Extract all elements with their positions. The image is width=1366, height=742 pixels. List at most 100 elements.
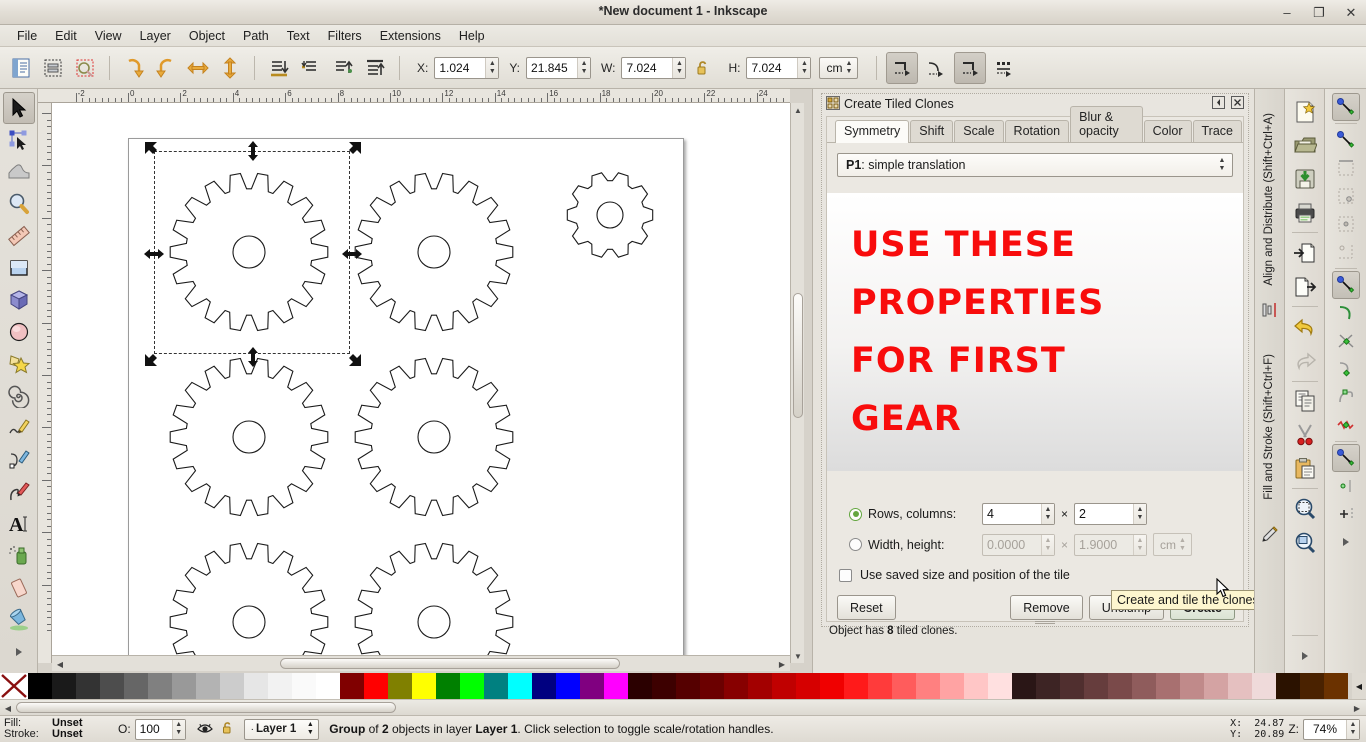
box-3d-tool[interactable]	[3, 284, 35, 316]
select-all-in-all-layers-icon[interactable]	[38, 53, 68, 83]
palette-scroll-left-arrow[interactable]: ◀	[3, 703, 13, 713]
star-tool[interactable]	[3, 348, 35, 380]
gear-shape[interactable]	[169, 542, 329, 664]
reset-button[interactable]: Reset	[837, 595, 896, 620]
rows-spinner-arrows[interactable]: ▲ ▼	[1041, 504, 1054, 524]
affect-transform-icon[interactable]	[886, 51, 919, 84]
dialog-close-button[interactable]	[1231, 96, 1244, 112]
tile-width-input[interactable]	[983, 534, 1041, 555]
palette-swatch[interactable]	[364, 673, 388, 699]
palette-swatch[interactable]	[292, 673, 316, 699]
palette-swatch[interactable]	[460, 673, 484, 699]
menu-object[interactable]: Object	[180, 27, 234, 45]
gear-shape[interactable]	[566, 172, 654, 258]
calligraphy-tool[interactable]	[3, 476, 35, 508]
drawing-canvas[interactable]	[52, 103, 790, 663]
lower-to-bottom-icon[interactable]	[264, 53, 294, 83]
snap-path-icon[interactable]	[1332, 299, 1360, 327]
scroll-left-arrow[interactable]: ◀	[55, 659, 65, 669]
layer-selector[interactable]: · Layer 1 ▲ ▼	[243, 718, 320, 740]
palette-swatch[interactable]	[532, 673, 556, 699]
snap-bbox-edge-icon[interactable]	[1332, 154, 1360, 182]
zoom-drawing-icon[interactable]	[1288, 526, 1322, 560]
palette-swatch[interactable]	[52, 673, 76, 699]
symmetry-select[interactable]: P1: simple translation ▲ ▼	[837, 153, 1233, 177]
eraser-tool[interactable]	[3, 572, 35, 604]
cut-icon[interactable]	[1288, 418, 1322, 452]
toolbox-more-icon[interactable]	[3, 636, 35, 668]
redo-icon[interactable]	[1288, 344, 1322, 378]
palette-swatch[interactable]	[844, 673, 868, 699]
palette-swatch[interactable]	[436, 673, 460, 699]
snap-cusp-node-icon[interactable]	[1332, 355, 1360, 383]
palette-swatch[interactable]	[916, 673, 940, 699]
flip-vertical-icon[interactable]	[215, 53, 245, 83]
deselect-icon[interactable]	[70, 53, 100, 83]
y-spinner-arrows[interactable]: ▲ ▼	[577, 57, 591, 78]
tab-symmetry[interactable]: Symmetry	[835, 120, 910, 143]
palette-swatch[interactable]	[1156, 673, 1180, 699]
zoom-input[interactable]	[1304, 719, 1346, 739]
columns-spinner[interactable]: ▲▼	[1074, 503, 1148, 525]
horizontal-ruler[interactable]: -2 0 2 4 6 8 10 12 14 16 18 20 22 24	[38, 89, 790, 103]
palette-swatch[interactable]	[652, 673, 676, 699]
save-document-icon[interactable]	[1288, 162, 1322, 196]
tile-width-spinner[interactable]: ▲▼	[982, 533, 1055, 556]
snap-bbox-icon[interactable]	[1332, 126, 1360, 154]
x-spinner-arrows[interactable]: ▲ ▼	[485, 57, 499, 78]
menu-edit[interactable]: Edit	[46, 27, 86, 45]
w-spinner[interactable]: ▲▼	[621, 56, 687, 79]
vertical-scroll-thumb[interactable]	[793, 293, 803, 418]
canvas-vertical-scrollbar[interactable]: ▲ ▼	[790, 103, 804, 663]
palette-swatch[interactable]	[580, 673, 604, 699]
rotate-counterclockwise-icon[interactable]	[119, 53, 149, 83]
affect-patterns-icon[interactable]	[988, 52, 1020, 84]
menu-layer[interactable]: Layer	[131, 27, 180, 45]
snap-nodes-icon[interactable]	[1331, 271, 1360, 299]
tile-unit-selector[interactable]: cm ▲ ▼	[1153, 533, 1193, 556]
select-all-in-document-icon[interactable]	[6, 53, 36, 83]
undo-icon[interactable]	[1288, 310, 1322, 344]
paste-icon[interactable]	[1288, 452, 1322, 486]
lower-one-step-icon[interactable]	[296, 53, 326, 83]
palette-swatch[interactable]	[1324, 673, 1348, 699]
raise-to-top-icon[interactable]	[360, 53, 390, 83]
eye-visibility-icon[interactable]	[196, 720, 214, 739]
layer-selector-arrows[interactable]: ▲ ▼	[304, 721, 316, 737]
y-spinner[interactable]: ▲▼	[526, 56, 592, 79]
gear-shape[interactable]	[354, 542, 514, 664]
palette-swatch[interactable]	[1276, 673, 1300, 699]
new-document-icon[interactable]	[1288, 95, 1322, 129]
snapbar-more-icon[interactable]	[1332, 528, 1360, 556]
palette-swatch[interactable]	[988, 673, 1012, 699]
columns-input[interactable]	[1075, 504, 1134, 524]
tile-height-spinner[interactable]: ▲▼	[1074, 533, 1148, 556]
h-spinner[interactable]: ▲▼	[746, 56, 812, 79]
palette-none-swatch[interactable]	[0, 673, 28, 699]
palette-swatch[interactable]	[748, 673, 772, 699]
affect-rounded-corners-icon[interactable]	[920, 52, 952, 84]
canvas-horizontal-scrollbar[interactable]: ◀ ▶	[52, 655, 790, 671]
snap-bbox-edge-mid-icon[interactable]	[1332, 210, 1360, 238]
opacity-spinner[interactable]: ▲▼	[134, 718, 186, 740]
flip-horizontal-icon[interactable]	[183, 53, 213, 83]
palette-swatch[interactable]	[388, 673, 412, 699]
h-spinner-arrows[interactable]: ▲ ▼	[797, 57, 811, 78]
snap-others-icon[interactable]	[1331, 444, 1360, 472]
palette-swatch[interactable]	[100, 673, 124, 699]
palette-swatch[interactable]	[1108, 673, 1132, 699]
snap-path-intersection-icon[interactable]	[1332, 327, 1360, 355]
palette-swatch[interactable]	[676, 673, 700, 699]
x-spinner[interactable]: ▲▼	[434, 56, 500, 79]
snap-bbox-corner-icon[interactable]	[1332, 182, 1360, 210]
palette-swatch[interactable]	[1180, 673, 1204, 699]
paint-bucket-tool[interactable]	[3, 604, 35, 636]
x-input[interactable]	[435, 57, 486, 78]
selector-tool[interactable]	[2, 92, 35, 124]
menu-extensions[interactable]: Extensions	[371, 27, 450, 45]
palette-swatch[interactable]	[172, 673, 196, 699]
palette-swatch[interactable]	[1300, 673, 1324, 699]
node-tool[interactable]	[3, 124, 35, 156]
palette-swatch[interactable]	[124, 673, 148, 699]
palette-swatch[interactable]	[76, 673, 100, 699]
